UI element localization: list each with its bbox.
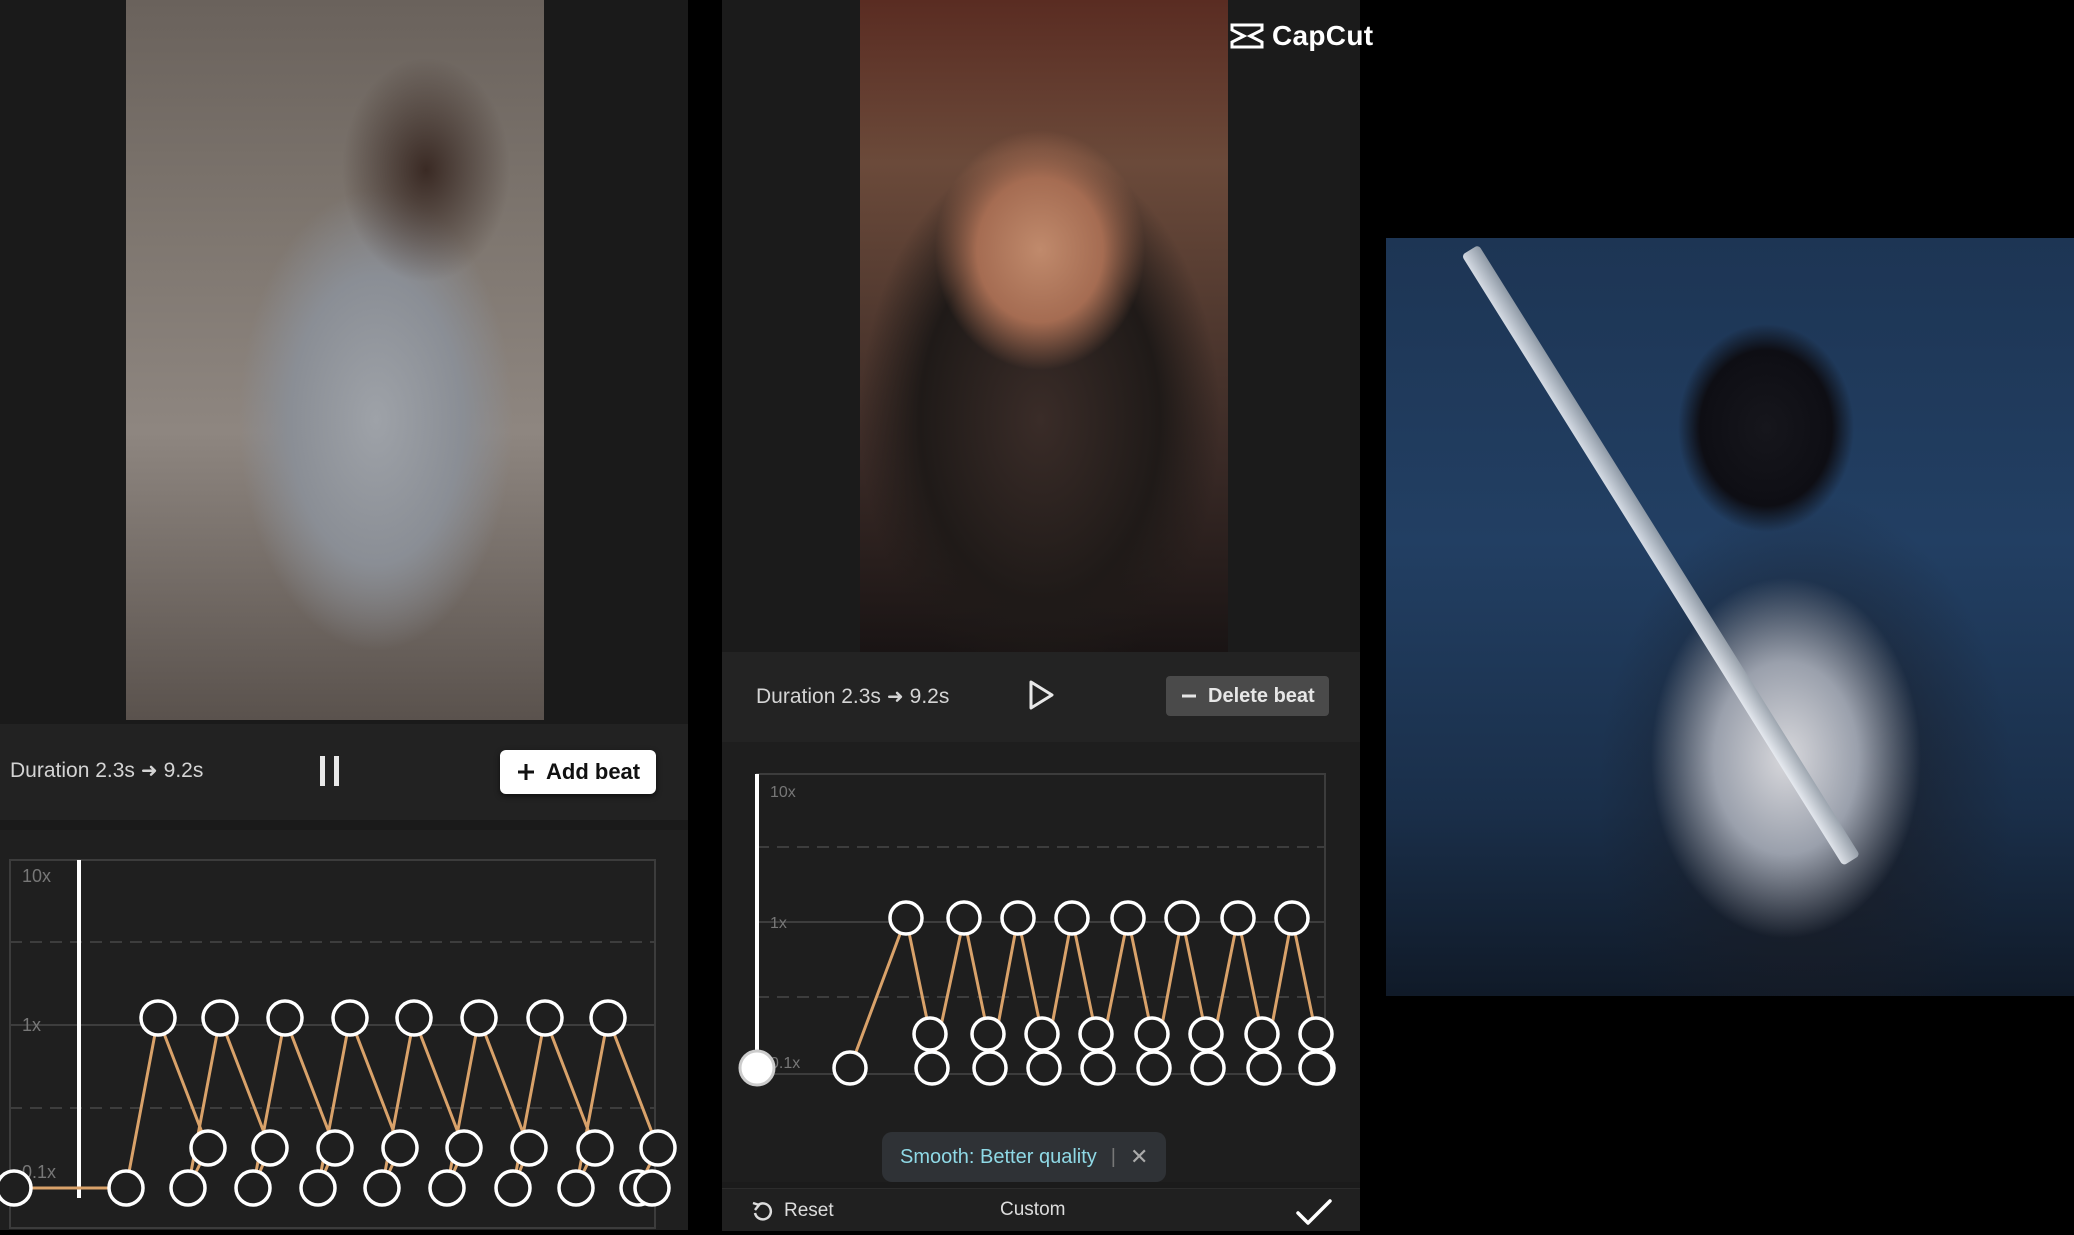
beat-node[interactable] — [912, 1016, 948, 1052]
beat-node[interactable] — [972, 1050, 1008, 1086]
left-video-preview — [126, 0, 544, 720]
beat-node[interactable] — [576, 1129, 614, 1167]
panel-title: Custom — [1000, 1199, 1065, 1221]
beat-node[interactable] — [460, 999, 498, 1037]
anime-samurai-image — [1386, 238, 2074, 996]
beat-node[interactable] — [970, 1016, 1006, 1052]
beat-node[interactable] — [888, 900, 924, 936]
beat-node[interactable] — [1298, 1050, 1334, 1086]
middle-curve-svg[interactable]: 10x 1x 0.1x — [722, 742, 1360, 1182]
add-beat-button[interactable]: Add beat — [500, 750, 657, 794]
minus-icon — [1182, 694, 1196, 698]
beat-node[interactable] — [363, 1169, 401, 1207]
add-beat-label: Add beat — [546, 759, 641, 784]
start-node[interactable] — [738, 1049, 776, 1087]
beat-node[interactable] — [428, 1169, 466, 1207]
title-label: Custom — [1000, 1199, 1066, 1220]
beat-node[interactable] — [1134, 1016, 1170, 1052]
beat-node[interactable] — [1190, 1050, 1226, 1086]
middle-speed-curve[interactable]: 10x 1x 0.1x Smooth: Better quality | ✕ — [722, 742, 1360, 1182]
play-icon[interactable] — [1026, 678, 1056, 712]
beat-node[interactable] — [832, 1050, 868, 1086]
beat-node[interactable] — [266, 999, 304, 1037]
smooth-quality-toast[interactable]: Smooth: Better quality | ✕ — [882, 1132, 1167, 1182]
reset-icon — [752, 1201, 773, 1221]
beat-node[interactable] — [316, 1129, 354, 1167]
capcut-logo: CapCut — [1230, 16, 1373, 56]
beat-node[interactable] — [557, 1169, 595, 1207]
beat-node[interactable] — [946, 900, 982, 936]
reset-label: Reset — [784, 1200, 834, 1221]
beat-node[interactable] — [1136, 1050, 1172, 1086]
beat-node[interactable] — [1220, 900, 1256, 936]
beat-node[interactable] — [234, 1169, 272, 1207]
beat-node[interactable] — [189, 1129, 227, 1167]
beat-node[interactable] — [510, 1129, 548, 1167]
middle-bottom-bar: Reset Custom — [722, 1188, 1360, 1231]
duration-label: Duration 2.3s — [756, 684, 881, 708]
beat-node[interactable] — [1080, 1050, 1116, 1086]
beat-node[interactable] — [1000, 900, 1036, 936]
beat-node[interactable] — [0, 1169, 33, 1207]
reset-button[interactable]: Reset — [750, 1199, 834, 1223]
beat-node[interactable] — [251, 1129, 289, 1167]
axis-label-1x: 1x — [22, 1015, 41, 1035]
beat-node[interactable] — [1274, 900, 1310, 936]
beat-node[interactable] — [1054, 900, 1090, 936]
beat-node[interactable] — [201, 999, 239, 1037]
divider: | — [1110, 1145, 1116, 1168]
curve-path-group[interactable] — [0, 999, 677, 1207]
beat-node[interactable] — [914, 1050, 950, 1086]
beat-node[interactable] — [107, 1169, 145, 1207]
left-toolbar: Duration 2.3s ➜ 9.2s Add beat — [0, 724, 688, 820]
axis-label-10x: 10x — [770, 784, 796, 801]
beat-node[interactable] — [1078, 1016, 1114, 1052]
beat-node[interactable] — [331, 999, 369, 1037]
beat-node[interactable] — [633, 1169, 671, 1207]
beat-node[interactable] — [1110, 900, 1146, 936]
beat-node[interactable] — [445, 1129, 483, 1167]
beat-node[interactable] — [1188, 1016, 1224, 1052]
duration-label: Duration 2.3s — [10, 758, 135, 782]
check-icon[interactable] — [1294, 1195, 1334, 1229]
beat-node[interactable] — [494, 1169, 532, 1207]
close-icon[interactable]: ✕ — [1130, 1144, 1148, 1170]
beat-node[interactable] — [169, 1169, 207, 1207]
arrow-right-icon: ➜ — [886, 686, 904, 708]
beat-node[interactable] — [1164, 900, 1200, 936]
beat-node[interactable] — [299, 1169, 337, 1207]
left-speed-curve[interactable]: 10x 1x 0.1x — [0, 830, 688, 1230]
beat-node[interactable] — [381, 1129, 419, 1167]
smooth-label: Smooth: Better quality — [900, 1145, 1097, 1168]
axis-label-10x: 10x — [22, 866, 51, 886]
beat-node[interactable] — [395, 999, 433, 1037]
beat-node[interactable] — [1246, 1050, 1282, 1086]
arrow-right-icon: ➜ — [140, 760, 158, 782]
axis-label-1x: 1x — [770, 915, 787, 932]
curve-path-group[interactable] — [738, 900, 1336, 1087]
left-curve-svg[interactable]: 10x 1x 0.1x — [0, 830, 688, 1230]
capcut-logo-icon — [1230, 23, 1264, 49]
middle-toolbar: Duration 2.3s ➜ 9.2s Delete beat — [722, 652, 1360, 742]
beat-node[interactable] — [1024, 1016, 1060, 1052]
beat-node[interactable] — [139, 999, 177, 1037]
delete-beat-label: Delete beat — [1208, 684, 1315, 707]
middle-video-preview — [860, 0, 1228, 652]
left-duration-readout: Duration 2.3s ➜ 9.2s — [10, 758, 203, 783]
beat-node[interactable] — [639, 1129, 677, 1167]
duration-value: 9.2s — [163, 758, 204, 782]
plus-icon — [518, 764, 534, 780]
middle-duration-readout: Duration 2.3s ➜ 9.2s — [756, 684, 949, 709]
beat-node[interactable] — [1026, 1050, 1062, 1086]
beat-node[interactable] — [1244, 1016, 1280, 1052]
delete-beat-button[interactable]: Delete beat — [1166, 676, 1329, 716]
beat-node[interactable] — [526, 999, 564, 1037]
beat-node[interactable] — [1298, 1016, 1334, 1052]
duration-value: 9.2s — [909, 684, 950, 708]
beat-node[interactable] — [589, 999, 627, 1037]
pause-icon[interactable] — [316, 754, 346, 790]
logo-text: CapCut — [1272, 20, 1374, 51]
